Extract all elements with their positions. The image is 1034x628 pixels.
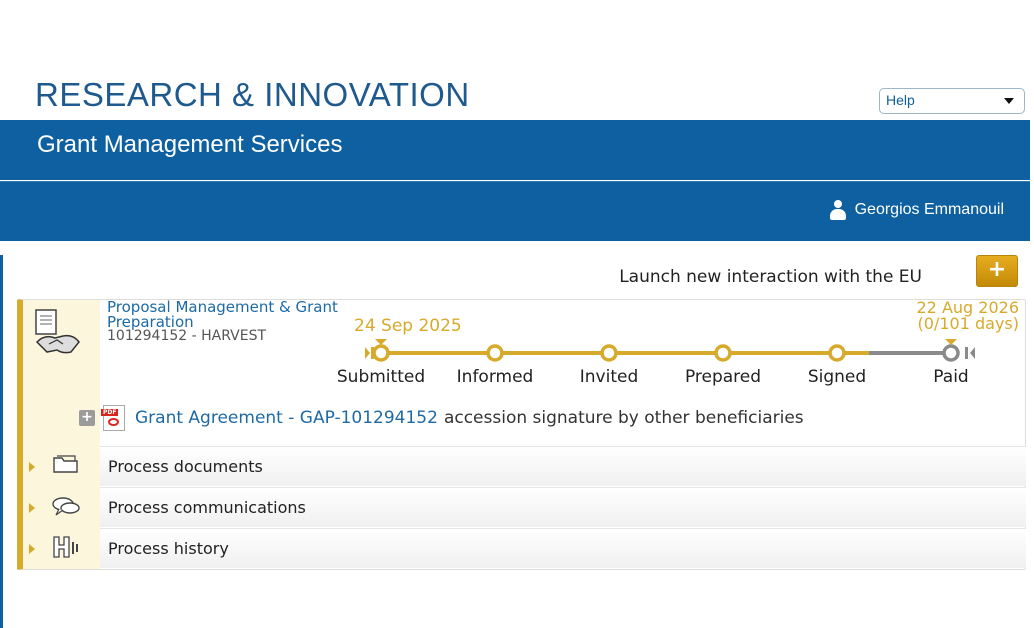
speech-bubbles-icon — [52, 497, 80, 516]
section-process-communications[interactable]: Process communications — [100, 487, 1026, 527]
expand-arrow-icon[interactable] — [29, 503, 35, 513]
section-label: Process communications — [108, 498, 306, 517]
header-band: Grant Management Services — [0, 120, 1030, 180]
left-edge-bar — [0, 255, 3, 628]
step-label-informed: Informed — [456, 367, 534, 387]
end-marker — [970, 347, 975, 359]
launch-interaction-label: Launch new interaction with the EU — [619, 267, 922, 287]
pdf-icon: PDF — [101, 405, 125, 431]
help-select[interactable]: Help — [879, 88, 1025, 114]
expand-icon[interactable]: + — [79, 410, 95, 426]
timeline-node — [372, 344, 390, 362]
start-date: 24 Sep 2025 — [354, 316, 462, 336]
expand-arrow-icon[interactable] — [29, 462, 35, 472]
document-description: accession signature by other beneficiari… — [443, 408, 804, 428]
process-panel: Proposal Management & Grant Preparation … — [17, 299, 1026, 570]
section-label: Process history — [108, 539, 229, 558]
step-label-paid: Paid — [933, 367, 969, 387]
help-label: Help — [886, 92, 915, 108]
timeline-node — [486, 344, 504, 362]
start-date-pointer — [375, 339, 387, 345]
user-icon — [829, 200, 847, 220]
grant-agreement-link[interactable]: Grant Agreement - GAP-101294152 — [135, 408, 438, 428]
document-row: + PDF Grant Agreement - GAP-101294152 ac… — [79, 400, 804, 436]
timeline-node — [714, 344, 732, 362]
app-title: Grant Management Services — [37, 131, 343, 158]
history-icon — [53, 536, 78, 558]
handshake-icon — [35, 309, 80, 354]
end-date-pointer — [945, 339, 957, 345]
timeline-node — [600, 344, 618, 362]
folder-icon — [53, 455, 78, 473]
brand-title: RESEARCH & INNOVATION — [35, 76, 470, 113]
user-menu[interactable]: Georgios Emmanouil — [829, 200, 1004, 220]
expand-arrow-icon[interactable] — [29, 544, 35, 554]
end-marker-bar — [965, 347, 968, 359]
timeline-node — [942, 344, 960, 362]
process-id: 101294152 - HARVEST — [107, 328, 267, 344]
section-label: Process documents — [108, 457, 263, 476]
process-name-link[interactable]: Proposal Management & Grant Preparation — [107, 300, 347, 330]
section-process-history[interactable]: Process history — [100, 528, 1026, 568]
timeline-node — [828, 344, 846, 362]
end-date-block: 22 Aug 2026 (0/101 days) — [917, 300, 1020, 332]
step-label-submitted: Submitted — [336, 367, 426, 387]
launch-interaction-button[interactable]: + — [976, 255, 1018, 287]
step-label-signed: Signed — [807, 367, 867, 387]
end-days: (0/101 days) — [917, 314, 1019, 333]
step-label-prepared: Prepared — [684, 367, 762, 387]
section-process-documents[interactable]: Process documents — [100, 446, 1026, 486]
user-name: Georgios Emmanouil — [854, 201, 1004, 218]
timeline-track — [365, 339, 975, 362]
user-band: Georgios Emmanouil — [0, 181, 1030, 241]
chevron-down-icon — [1004, 98, 1014, 104]
step-label-invited: Invited — [579, 367, 639, 387]
start-marker — [365, 347, 370, 359]
